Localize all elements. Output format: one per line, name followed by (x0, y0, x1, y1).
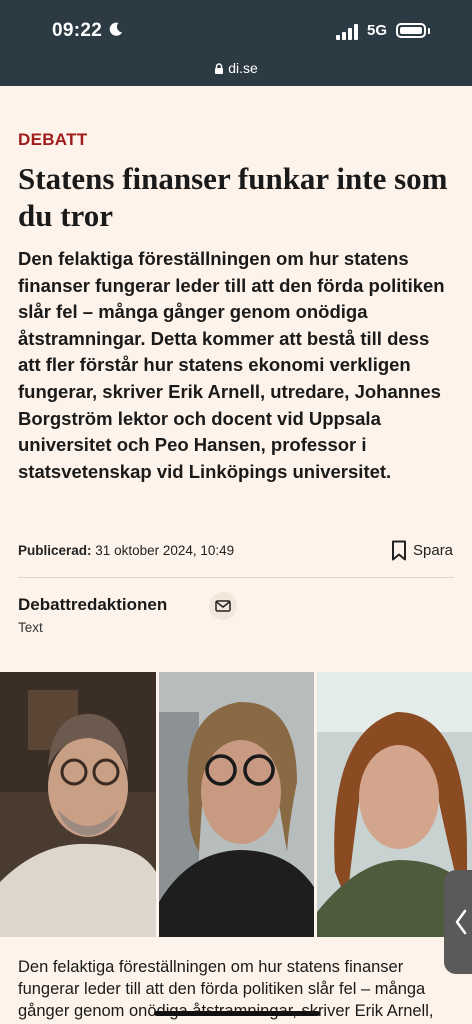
battery-icon (396, 23, 426, 38)
publish-info: Publicerad: 31 oktober 2024, 10:49 (18, 543, 234, 558)
mail-icon (215, 600, 231, 612)
published-date: 31 oktober 2024, 10:49 (95, 543, 235, 558)
section-kicker[interactable]: DEBATT (18, 130, 87, 150)
home-indicator[interactable] (154, 1011, 320, 1016)
network-type: 5G (367, 22, 388, 39)
bookmark-icon (392, 540, 406, 561)
published-label: Publicerad: (18, 543, 92, 558)
clock: 09:22 (52, 20, 103, 41)
url-text: di.se (228, 60, 258, 76)
chevron-left-icon (455, 909, 467, 935)
author-role: Text (18, 620, 43, 635)
article-headline: Statens finanser funkar inte som du tror (18, 161, 448, 233)
status-bar: 09:22 5G di.se (0, 0, 472, 86)
save-label: Spara (413, 542, 454, 559)
author-name[interactable]: Debattredaktionen (18, 595, 167, 615)
email-author-button[interactable] (209, 592, 237, 620)
article-image[interactable] (0, 672, 472, 937)
portrait-photo (159, 672, 314, 937)
signal-bars-icon (336, 24, 358, 40)
portrait-photo (0, 672, 156, 937)
article-lead: Den felaktiga föreställningen om hur sta… (18, 248, 445, 482)
moon-icon (109, 22, 123, 36)
save-button[interactable]: Spara (391, 540, 453, 561)
lock-icon (215, 63, 224, 74)
address-bar[interactable]: di.se (0, 60, 472, 76)
battery-tip (428, 28, 430, 34)
divider (18, 577, 454, 578)
